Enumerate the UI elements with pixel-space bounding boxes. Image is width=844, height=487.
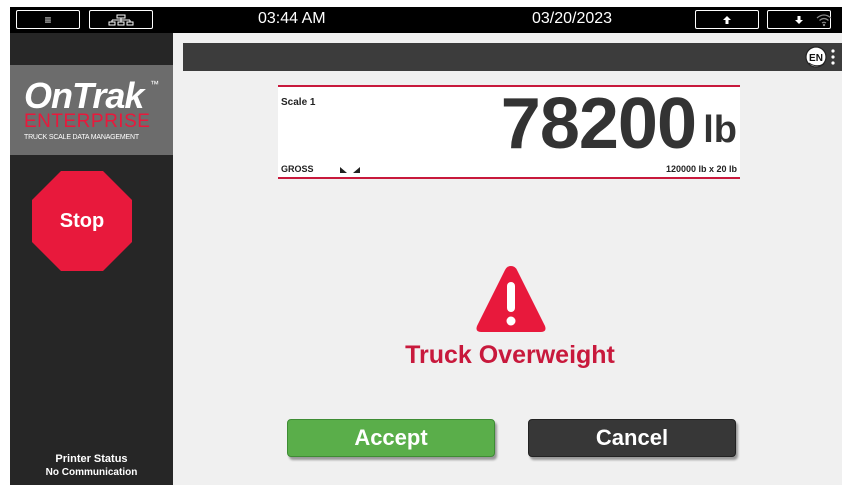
clock-date: 03/20/2023 xyxy=(532,10,613,27)
menu-button[interactable]: ≡ xyxy=(16,10,80,29)
logo-subtitle: ENTERPRISE xyxy=(24,111,151,132)
wifi-icon xyxy=(816,14,832,27)
weight-unit: lb xyxy=(703,109,737,151)
clock-time: 03:44 AM xyxy=(258,10,326,27)
motion-stable-icon xyxy=(340,167,360,173)
arrow-down-icon xyxy=(795,15,803,24)
scale-name: Scale 1 xyxy=(281,97,316,108)
stop-label: Stop xyxy=(60,210,104,232)
alert-message: Truck Overweight xyxy=(405,341,615,369)
accept-button[interactable]: Accept xyxy=(287,419,495,457)
hamburger-icon: ≡ xyxy=(44,12,52,27)
printer-status-title: Printer Status xyxy=(55,453,128,465)
weight-value: 78200 xyxy=(500,84,697,164)
printer-status-value: No Communication xyxy=(45,467,138,478)
network-button[interactable] xyxy=(89,10,153,29)
stop-button[interactable]: Stop xyxy=(32,171,132,271)
cancel-button[interactable]: Cancel xyxy=(528,419,736,457)
weigh-mode: GROSS xyxy=(281,164,314,174)
brand-logo: OnTrak ™ ENTERPRISE TRUCK SCALE DATA MAN… xyxy=(10,65,173,155)
logo-tagline: TRUCK SCALE DATA MANAGEMENT xyxy=(24,134,139,141)
network-icon xyxy=(108,14,134,25)
app-frame: ≡ 03:44 AM 03/20/2023 OnTrak ™ ENTERPRIS… xyxy=(10,7,842,485)
header-band: EN xyxy=(183,43,842,71)
arrow-up-icon xyxy=(723,15,731,24)
language-button[interactable]: EN xyxy=(804,46,838,68)
language-code: EN xyxy=(809,53,823,64)
more-options-icon xyxy=(831,49,835,65)
scroll-up-button[interactable] xyxy=(695,10,759,29)
sidebar: OnTrak ™ ENTERPRISE TRUCK SCALE DATA MAN… xyxy=(10,33,173,485)
top-bar: ≡ 03:44 AM 03/20/2023 xyxy=(10,7,842,33)
warning-triangle-icon xyxy=(476,266,546,332)
logo-trademark: ™ xyxy=(150,79,159,89)
scale-capacity: 120000 lb x 20 lb xyxy=(665,164,737,174)
scale-display: Scale 1 78200 lb GROSS 120000 lb x 20 lb xyxy=(278,84,740,179)
